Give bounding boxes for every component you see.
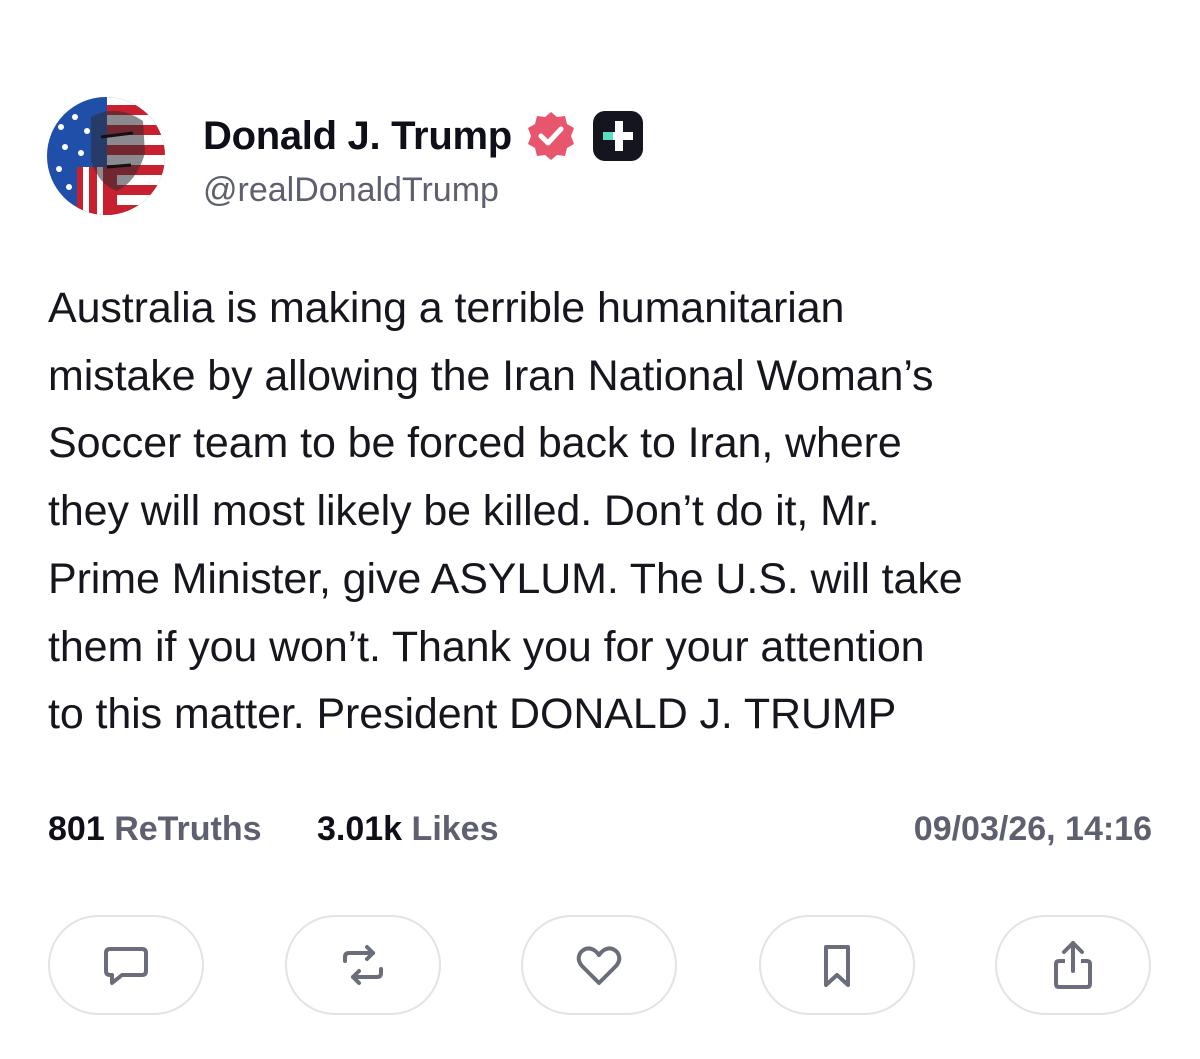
- plus-badge-icon: [592, 110, 644, 162]
- display-name-row: Donald J. Trump: [203, 111, 644, 161]
- post-text-line: mistake by allowing the Iran National Wo…: [48, 351, 934, 400]
- user-handle[interactable]: @realDonaldTrump: [203, 171, 499, 210]
- retruths-label: ReTruths: [114, 810, 262, 848]
- avatar-image: [47, 97, 165, 215]
- action-bar: [48, 915, 1152, 1017]
- likes-label: Likes: [411, 810, 499, 848]
- post-text-line: to this matter. President DONALD J. TRUM…: [48, 690, 897, 739]
- retruths-stat[interactable]: 801 ReTruths: [48, 810, 262, 849]
- like-icon: [576, 946, 622, 985]
- retruth-icon: [343, 945, 383, 985]
- post-text-line: Prime Minister, give ASYLUM. The U.S. wi…: [48, 554, 963, 603]
- retruths-count: 801: [48, 810, 105, 848]
- post-stats: 801 ReTruths 3.01k Likes 09/03/26, 14:16: [48, 810, 1152, 860]
- verified-badge-icon: [524, 109, 578, 163]
- reply-icon: [104, 947, 148, 985]
- bookmark-button[interactable]: [759, 915, 915, 1015]
- share-icon: [1054, 941, 1092, 989]
- post-text-line: Soccer team to be forced back to Iran, w…: [48, 419, 902, 468]
- post-text-line: they will most likely be killed. Don’t d…: [48, 487, 880, 536]
- reply-button[interactable]: [48, 915, 204, 1015]
- likes-count: 3.01k: [317, 810, 403, 848]
- post-text-line: Australia is making a terrible humanitar…: [48, 284, 845, 332]
- post-timestamp: 09/03/26, 14:16: [913, 810, 1152, 848]
- display-name[interactable]: Donald J. Trump: [203, 114, 512, 159]
- share-button[interactable]: [995, 915, 1151, 1015]
- retruth-button[interactable]: [285, 915, 441, 1015]
- post-text-line: them if you won’t. Thank you for your at…: [48, 622, 925, 671]
- post-text: Australia is making a terrible humanitar…: [48, 275, 1158, 749]
- likes-stat[interactable]: 3.01k Likes: [317, 810, 499, 849]
- like-button[interactable]: [521, 915, 677, 1015]
- avatar[interactable]: [47, 97, 165, 215]
- bookmark-icon: [824, 945, 850, 987]
- post-header: Donald J. Trump @realDonaldTrump: [47, 97, 1147, 217]
